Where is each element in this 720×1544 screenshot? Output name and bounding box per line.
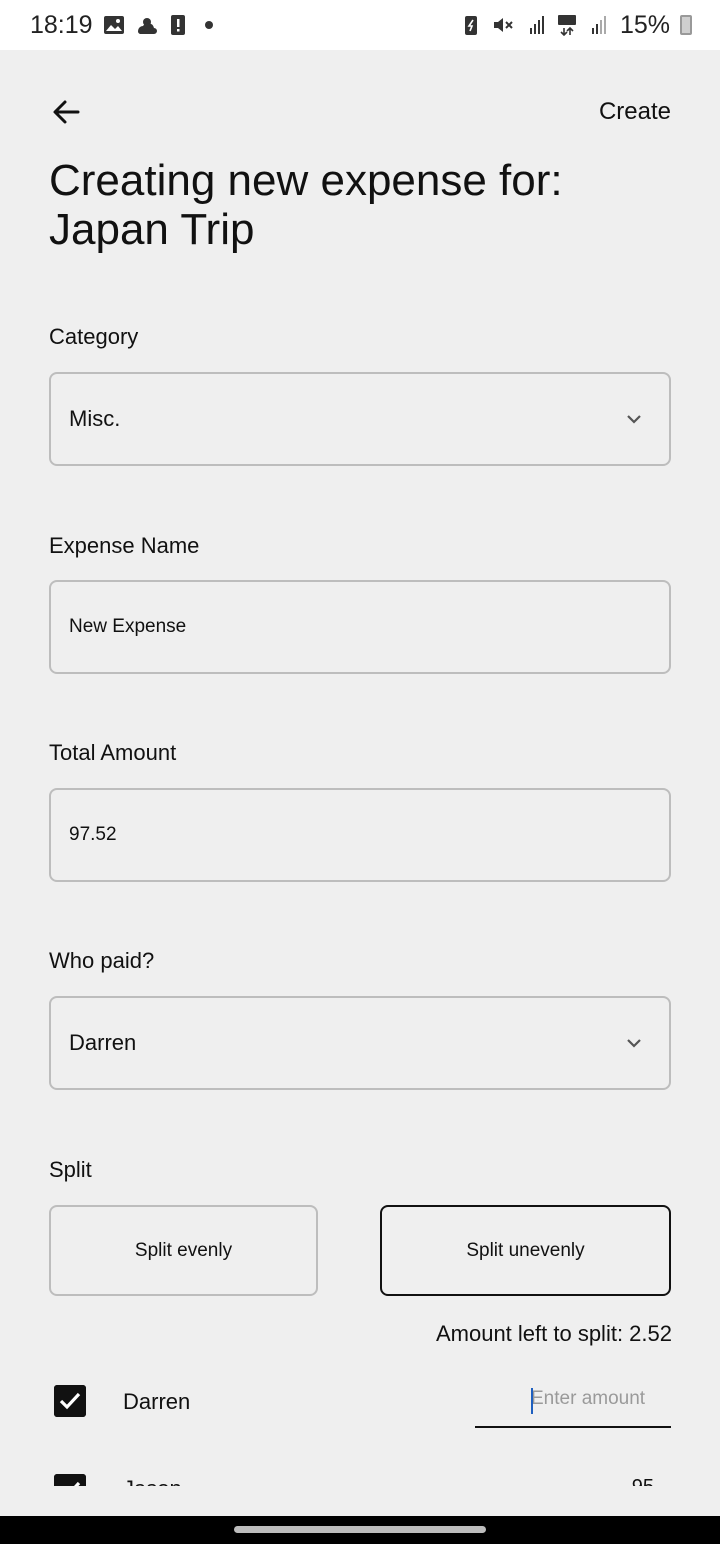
member-row: Darren Enter amount — [0, 1372, 720, 1432]
notification-dot — [204, 21, 213, 29]
amount-placeholder: Enter amount — [531, 1388, 646, 1409]
status-right: 15% — [460, 11, 692, 40]
member-name: Darren — [123, 1389, 191, 1414]
chevron-down-icon — [627, 415, 641, 424]
member-checkbox[interactable] — [54, 1385, 86, 1417]
category-selected-value: Misc. — [69, 406, 121, 431]
expense-name-value: New Expense — [69, 616, 187, 637]
scroll-clip — [0, 1486, 720, 1516]
who-paid-dropdown[interactable]: Darren — [49, 996, 671, 1090]
chevron-down-icon — [627, 1039, 641, 1048]
status-left: 18:19 — [30, 11, 213, 40]
page-title: Creating new expense for: Japan Trip — [49, 156, 689, 254]
total-amount-label: Total Amount — [49, 740, 177, 765]
category-dropdown[interactable]: Misc. — [49, 372, 671, 466]
create-button[interactable]: Create — [599, 98, 671, 126]
system-nav-bar — [0, 1516, 720, 1544]
page-title-line1: Creating new expense for: — [49, 156, 563, 205]
member-amount-input[interactable]: Enter amount — [475, 1382, 671, 1428]
status-time: 18:19 — [30, 10, 93, 39]
weather-icon — [137, 18, 157, 34]
battery-saver-icon — [464, 16, 477, 35]
home-gesture-handle[interactable] — [234, 1526, 486, 1533]
top-app-bar: Create — [0, 82, 720, 142]
battery-percent: 15% — [619, 10, 670, 39]
amount-left-to-split: Amount left to split: 2.52 — [435, 1321, 672, 1346]
mute-icon — [493, 18, 513, 32]
signal-icon — [591, 16, 606, 34]
total-amount-value: 97.52 — [69, 824, 117, 845]
status-bar: 18:19 15% — [0, 0, 720, 50]
split-evenly-button[interactable]: Split evenly — [49, 1205, 318, 1296]
alert-icon — [170, 15, 185, 35]
who-paid-selected-value: Darren — [69, 1030, 137, 1055]
total-amount-field[interactable]: 97.52 — [49, 788, 671, 882]
expense-name-field[interactable]: New Expense — [49, 580, 671, 674]
back-arrow-icon[interactable] — [48, 94, 84, 130]
category-label: Category — [49, 324, 139, 349]
split-unevenly-button[interactable]: Split unevenly — [380, 1205, 671, 1296]
expense-name-label: Expense Name — [49, 533, 200, 558]
gallery-icon — [103, 16, 124, 34]
signal-r-icon — [529, 16, 544, 34]
5g-icon — [557, 15, 576, 36]
who-paid-label: Who paid? — [49, 948, 155, 973]
split-label: Split — [49, 1157, 92, 1182]
text-caret — [531, 1388, 533, 1414]
page-title-trip-name: Japan Trip — [49, 205, 255, 254]
battery-icon — [680, 15, 692, 35]
